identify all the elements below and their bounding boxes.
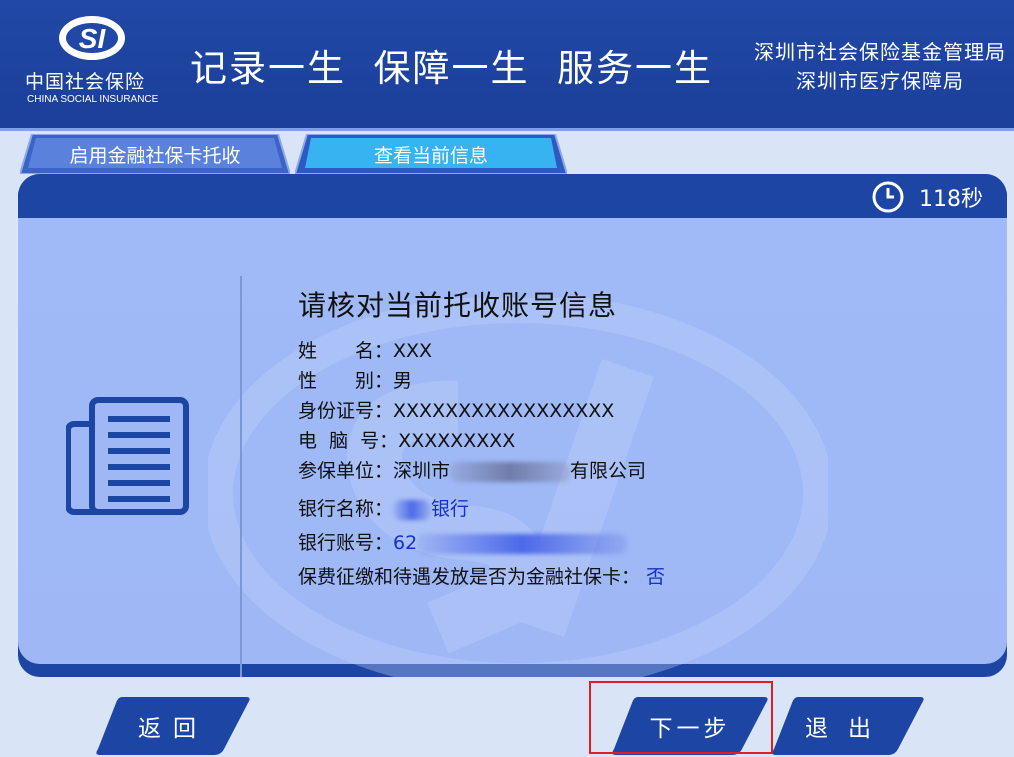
name-row: 姓 名： XXX xyxy=(298,336,665,366)
exit-button[interactable]: 退出 xyxy=(772,697,924,755)
document-icon xyxy=(66,397,189,515)
bank-name-suffix: 银行 xyxy=(431,498,470,520)
bank-account-label: 银行账号： xyxy=(298,532,394,554)
tab-enable-financial-card[interactable]: 启用金融社保卡托收 xyxy=(20,134,290,174)
organization-name: 深圳市社会保险基金管理局 深圳市医疗保障局 xyxy=(754,38,1006,96)
tab-label: 启用金融社保卡托收 xyxy=(69,144,241,167)
employer-label: 参保单位： xyxy=(298,460,394,482)
panel-topbar xyxy=(18,174,1007,218)
back-label: 返回 xyxy=(138,716,208,742)
app-header: SI 中国社会保险 CHINA SOCIAL INSURANCE 记录一生 保障… xyxy=(0,0,1014,131)
countdown-timer: 118秒 xyxy=(871,180,983,214)
org-line-1: 深圳市社会保险基金管理局 xyxy=(754,40,1006,64)
clock-icon xyxy=(872,181,904,213)
svg-text:SI: SI xyxy=(79,23,107,54)
employer-suffix: 有限公司 xyxy=(570,460,647,482)
gender-row: 性 别： 男 xyxy=(298,366,665,396)
bank-name-row: 银行名称： 银行 xyxy=(298,494,665,524)
pc-number-row: 电 脑 号： XXXXXXXXX xyxy=(298,426,665,456)
pc-number-value: XXXXXXXXX xyxy=(398,430,516,452)
id-row: 身份证号： XXXXXXXXXXXXXXXXX xyxy=(298,396,665,426)
gender-value: 男 xyxy=(393,370,413,392)
financial-card-row: 保费征缴和待遇发放是否为金融社保卡： 否 xyxy=(298,562,665,592)
panel-body: 请核对当前托收账号信息 姓 名： XXX 性 别： 男 身份证号： XXXXXX… xyxy=(18,218,1007,677)
bank-name-value: 银行 xyxy=(393,494,469,524)
exit-label: 退出 xyxy=(805,716,891,742)
panel-divider xyxy=(240,276,242,677)
info-panel: 118秒 请核对当前托收账号信息 姓 名： XXX 性 别： 男 身份证号： X… xyxy=(18,174,1007,677)
bank-account-row: 银行账号： 62 xyxy=(298,528,665,558)
employer-row: 参保单位： 深圳市 有限公司 xyxy=(298,456,665,486)
redacted-text xyxy=(393,499,432,520)
pc-number-label: 电 脑 号： xyxy=(298,430,399,452)
org-line-2: 深圳市医疗保障局 xyxy=(796,69,964,93)
id-label: 身份证号： xyxy=(298,400,394,422)
next-label: 下一步 xyxy=(649,716,731,742)
tab-label: 查看当前信息 xyxy=(373,144,488,167)
bank-account-prefix: 62 xyxy=(393,532,418,554)
logo-chinese-text: 中国社会保险 xyxy=(25,71,146,93)
si-logo-icon: SI xyxy=(59,16,125,60)
tab-view-current-info[interactable]: 查看当前信息 xyxy=(295,134,567,174)
financial-card-label: 保费征缴和待遇发放是否为金融社保卡： xyxy=(298,566,641,588)
bank-name-label: 银行名称： xyxy=(298,498,394,520)
employer-value: 深圳市 有限公司 xyxy=(393,456,646,486)
name-label: 姓 名： xyxy=(298,340,394,362)
redacted-text xyxy=(417,533,628,554)
back-button[interactable]: 返回 xyxy=(96,697,250,755)
si-logo: SI 中国社会保险 CHINA SOCIAL INSURANCE xyxy=(22,12,162,112)
logo-english-text: CHINA SOCIAL INSURANCE xyxy=(27,94,159,105)
employer-prefix: 深圳市 xyxy=(393,460,451,482)
info-title: 请核对当前托收账号信息 xyxy=(298,289,618,322)
timer-text: 118秒 xyxy=(919,187,983,212)
header-slogan: 记录一生 保障一生 服务一生 xyxy=(190,47,714,90)
financial-card-value: 否 xyxy=(646,566,666,588)
redacted-text xyxy=(450,461,571,482)
id-value: XXXXXXXXXXXXXXXXX xyxy=(393,400,615,422)
gender-label: 性 别： xyxy=(298,370,394,392)
bank-account-value: 62 xyxy=(393,528,628,558)
name-value: XXX xyxy=(393,340,433,362)
account-info: 请核对当前托收账号信息 姓 名： XXX 性 别： 男 身份证号： XXXXXX… xyxy=(298,284,665,592)
